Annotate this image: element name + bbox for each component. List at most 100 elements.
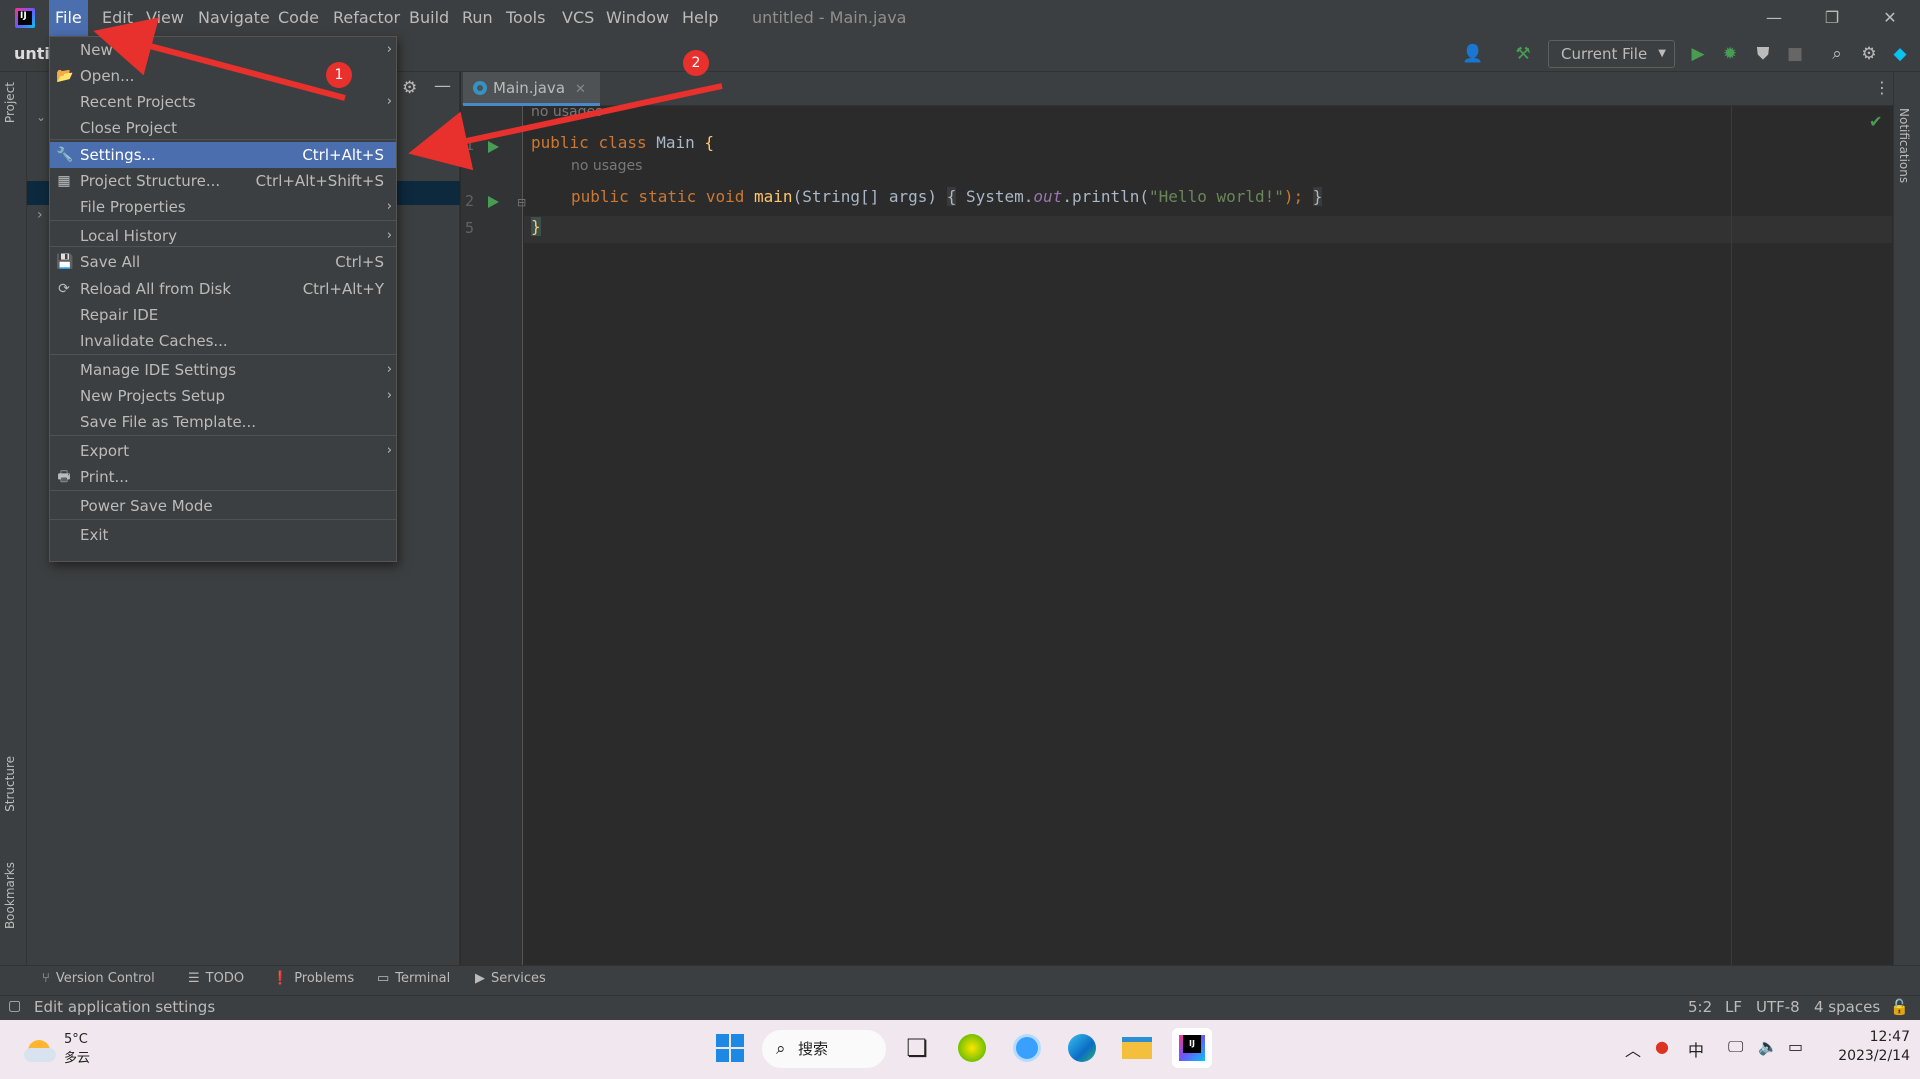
intellij-logo-icon[interactable]: IJ [15, 8, 35, 28]
caret-position[interactable]: 5:2 [1688, 998, 1712, 1016]
restore-button[interactable]: ❐ [1803, 0, 1861, 36]
menu-item-local-history[interactable]: Local History › [50, 223, 396, 249]
print-icon: 🖶 [57, 469, 71, 485]
close-tab-icon[interactable]: ✕ [575, 82, 586, 97]
expand-chevron-icon[interactable]: › [37, 207, 43, 223]
search-icon[interactable]: ⌕ [1825, 42, 1849, 66]
panel-gear-icon[interactable]: ⚙ [402, 78, 417, 98]
menu-run[interactable]: Run [456, 0, 499, 36]
menu-item-new[interactable]: New › [50, 37, 396, 63]
debug-icon[interactable]: ✹ [1718, 42, 1742, 66]
menu-item-reload-all-from-disk[interactable]: ⟳ Reload All from Disk Ctrl+Alt+Y [50, 276, 396, 302]
volume-icon[interactable]: 🔈 [1758, 1037, 1778, 1056]
lock-icon[interactable]: 🔓 [1890, 998, 1909, 1016]
indent-setting[interactable]: 4 spaces [1814, 998, 1880, 1016]
tab-label: Services [491, 971, 546, 986]
menu-edit[interactable]: Edit [96, 0, 139, 36]
problems-tab[interactable]: ❗ Problems [272, 971, 354, 986]
menu-tools[interactable]: Tools [500, 0, 551, 36]
menu-help[interactable]: Help [676, 0, 724, 36]
windows-start-icon[interactable] [710, 1028, 750, 1068]
editor-tab-bar [461, 72, 1893, 106]
line-separator[interactable]: LF [1725, 998, 1742, 1016]
collapse-chevron-icon[interactable]: ⌄ [36, 110, 46, 124]
close-button[interactable]: ✕ [1861, 0, 1919, 36]
taskbar-search[interactable]: ⌕ 搜索 [762, 1030, 886, 1068]
project-tool-tab[interactable]: Project [3, 82, 17, 123]
fold-icon[interactable]: ⊟ [517, 196, 526, 209]
usage-hint[interactable]: no usages [571, 158, 642, 184]
menu-navigate[interactable]: Navigate [192, 0, 276, 36]
menu-vcs[interactable]: VCS [556, 0, 600, 36]
run-icon[interactable]: ▶ [1686, 42, 1710, 66]
run-gutter-icon[interactable] [488, 196, 499, 208]
problems-icon: ❗ [272, 971, 289, 986]
menu-item-label: Reload All from Disk [80, 280, 232, 298]
bookmarks-tool-tab[interactable]: Bookmarks [3, 862, 17, 929]
app-blue-icon[interactable] [1007, 1028, 1047, 1068]
minimize-button[interactable]: — [1745, 0, 1803, 36]
usage-hint[interactable]: no usages [531, 104, 602, 130]
tab-label: Terminal [395, 971, 451, 986]
java-class-icon [473, 81, 487, 95]
menu-item-settings[interactable]: 🔧 Settings... Ctrl+Alt+S [50, 142, 396, 168]
app-yellow-icon[interactable] [952, 1028, 992, 1068]
file-explorer-icon[interactable] [1117, 1028, 1157, 1068]
menu-file[interactable]: File [49, 0, 88, 36]
toggle-tool-windows-icon[interactable]: ▢ [8, 998, 21, 1014]
notifications-tool-tab[interactable]: Notifications [1897, 108, 1911, 183]
todo-tab[interactable]: ☰ TODO [188, 971, 244, 986]
taskbar-clock[interactable]: 12:47 2023/2/14 [1810, 1028, 1910, 1066]
menu-item-invalidate-caches[interactable]: Invalidate Caches... [50, 328, 396, 354]
user-icon[interactable]: 👤 [1461, 42, 1485, 66]
menu-item-file-properties[interactable]: File Properties › [50, 194, 396, 220]
panel-hide-icon[interactable]: — [434, 76, 451, 96]
coverage-icon[interactable]: ⛊ [1751, 42, 1775, 66]
tray-expand-icon[interactable]: ︿ [1625, 1037, 1641, 1061]
version-control-tab[interactable]: ⑂ Version Control [42, 971, 155, 986]
annotation-badge-2: 2 [683, 50, 709, 76]
stop-icon[interactable]: ■ [1783, 42, 1807, 66]
menu-item-recent-projects[interactable]: Recent Projects › [50, 89, 396, 115]
run-config-select[interactable]: Current File ▼ [1548, 40, 1675, 68]
menu-code[interactable]: Code [272, 0, 325, 36]
intellij-taskbar-icon[interactable]: IJ [1172, 1028, 1212, 1068]
menu-item-close-project[interactable]: Close Project [50, 115, 396, 141]
task-view-icon[interactable]: ❏ [897, 1028, 937, 1068]
toolbox-icon[interactable]: ◆ [1888, 42, 1912, 66]
menu-item-export[interactable]: Export › [50, 438, 396, 464]
reload-all-from-disk-icon: ⟳ [58, 281, 70, 297]
edge-browser-icon[interactable] [1062, 1028, 1102, 1068]
network-icon[interactable]: 🖵 [1728, 1037, 1743, 1057]
no-problems-check-icon[interactable]: ✔ [1869, 112, 1882, 131]
build-hammer-icon[interactable]: ⚒ [1511, 42, 1535, 66]
menu-item-new-projects-setup[interactable]: New Projects Setup › [50, 383, 396, 409]
menu-item-save-file-as-template[interactable]: Save File as Template... [50, 409, 396, 435]
structure-tool-tab[interactable]: Structure [3, 756, 17, 812]
menu-item-power-save-mode[interactable]: Power Save Mode [50, 493, 396, 519]
file-encoding[interactable]: UTF-8 [1756, 998, 1800, 1016]
menu-item-save-all[interactable]: 💾 Save All Ctrl+S [50, 249, 396, 275]
menu-refactor[interactable]: Refactor [327, 0, 406, 36]
line-number: 2 [465, 192, 475, 210]
menu-item-project-structure[interactable]: ▦ Project Structure... Ctrl+Alt+Shift+S [50, 168, 396, 194]
submenu-chevron-icon: › [386, 362, 392, 377]
menu-item-label: Manage IDE Settings [80, 361, 237, 379]
menu-item-repair-ide[interactable]: Repair IDE [50, 302, 396, 328]
terminal-tab[interactable]: ▭ Terminal [377, 971, 450, 986]
battery-icon[interactable]: ▭ [1788, 1037, 1803, 1056]
menu-window[interactable]: Window [600, 0, 675, 36]
services-tab[interactable]: ▶ Services [475, 971, 546, 986]
menu-item-print[interactable]: 🖶 Print... [50, 464, 396, 490]
more-options-icon[interactable]: ⋮ [1874, 78, 1890, 97]
menu-build[interactable]: Build [403, 0, 455, 36]
tab-main-java[interactable]: Main.java ✕ [463, 72, 600, 106]
weather-widget[interactable]: 5°C 多云 [22, 1030, 112, 1070]
menu-view[interactable]: View [140, 0, 190, 36]
settings-gear-icon[interactable]: ⚙ [1857, 42, 1881, 66]
menu-item-manage-ide-settings[interactable]: Manage IDE Settings › [50, 357, 396, 383]
run-gutter-icon[interactable] [488, 141, 499, 153]
menu-item-exit[interactable]: Exit [50, 522, 396, 548]
qq-tray-icon[interactable]: ● [1655, 1037, 1669, 1056]
ime-indicator[interactable]: 中 [1688, 1037, 1704, 1061]
